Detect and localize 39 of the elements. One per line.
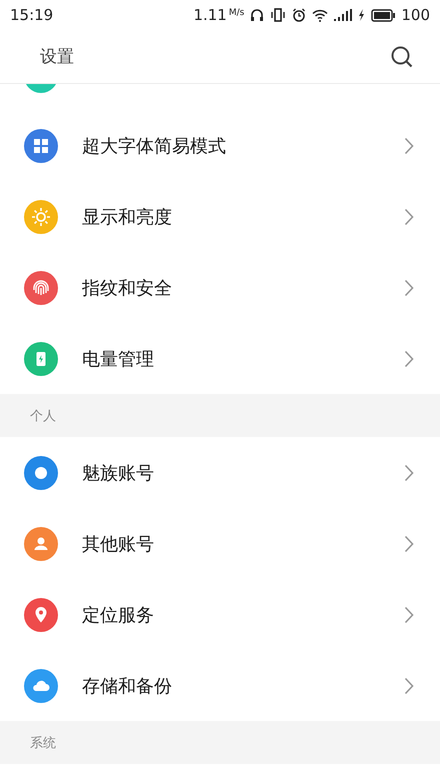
chevron-icon: [404, 534, 414, 552]
item-label: 显示和亮度: [82, 206, 173, 228]
page-title: 设置: [40, 46, 74, 68]
signal-icon: [334, 9, 352, 21]
item-label: 电量管理: [82, 348, 155, 370]
vibrate-icon: [270, 8, 286, 22]
section-title: 个人: [30, 408, 56, 424]
chevron-icon: [404, 350, 414, 368]
chevron-icon: [404, 278, 414, 296]
alarm-icon: [292, 8, 306, 22]
item-label: 指纹和安全: [82, 276, 173, 300]
battery-status-icon: [371, 8, 396, 22]
search-icon[interactable]: [390, 44, 414, 68]
headphones-icon: [250, 8, 264, 22]
settings-item[interactable]: 存储和备份: [0, 650, 440, 721]
item-label: 存储和备份: [82, 674, 173, 698]
status-time: 15:19: [10, 6, 54, 24]
chevron-icon: [404, 136, 414, 154]
chevron-icon: [404, 208, 414, 226]
settings-item[interactable]: 显示和亮度: [0, 181, 440, 252]
settings-item[interactable]: 指纹和安全: [0, 252, 440, 323]
speed-unit: M/s: [228, 8, 244, 18]
item-label: 超大字体简易模式: [82, 134, 227, 158]
item-label: 定位服务: [82, 604, 155, 626]
charging-icon: [358, 9, 366, 21]
item-label: 魅族账号: [82, 462, 155, 484]
settings-item[interactable]: 超大字体简易模式: [0, 110, 440, 181]
settings-item[interactable]: 定位服务: [0, 579, 440, 650]
settings-item[interactable]: 电量管理: [0, 323, 440, 394]
section-title: 系统: [30, 734, 56, 752]
chevron-icon: [404, 464, 414, 482]
chevron-icon: [404, 606, 414, 624]
settings-item[interactable]: 其他账号: [0, 508, 440, 579]
wifi-icon: [312, 8, 328, 22]
battery-level: 100: [401, 6, 430, 24]
chevron-icon: [404, 676, 414, 694]
item-label: 其他账号: [82, 532, 155, 556]
network-speed: 1.11: [193, 6, 227, 24]
settings-item[interactable]: 魅族账号: [0, 437, 440, 508]
